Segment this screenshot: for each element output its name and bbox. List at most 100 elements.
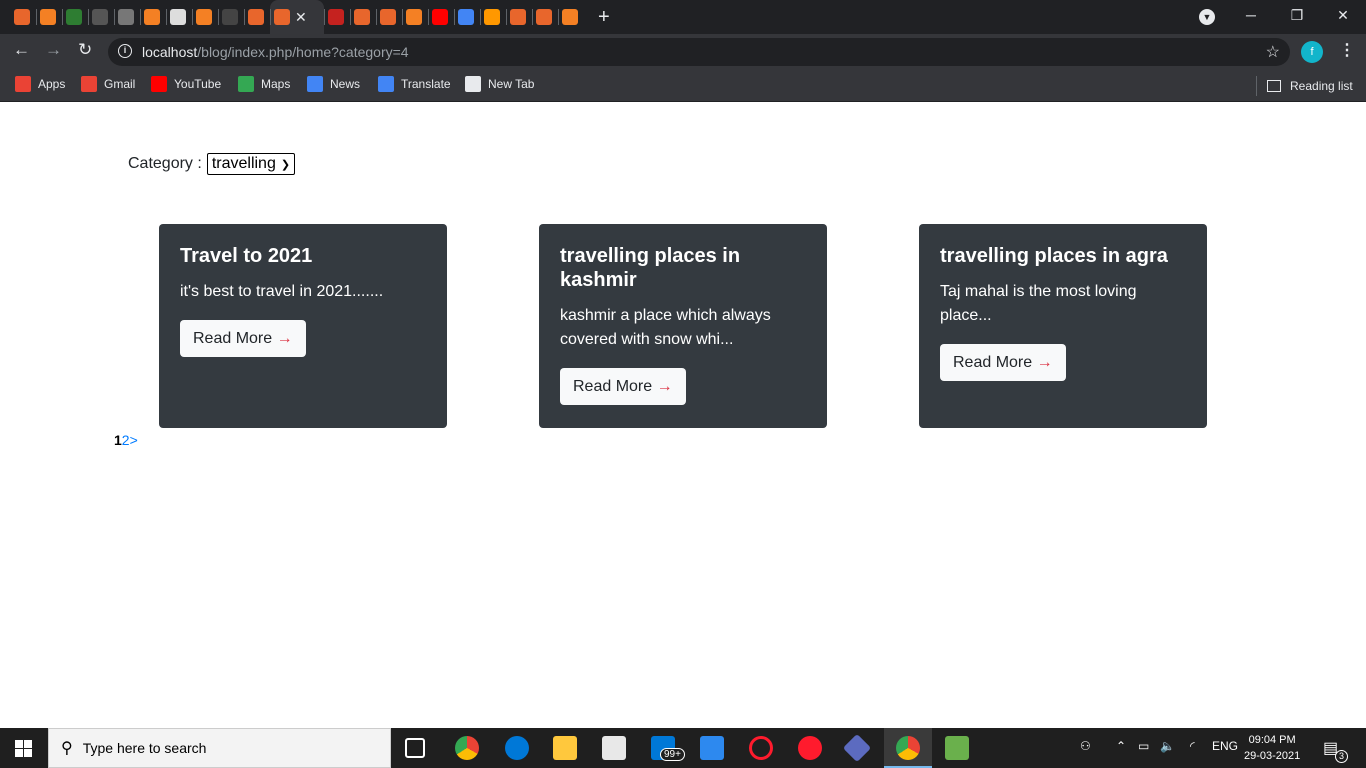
notification-count: 3 <box>1335 750 1348 763</box>
browser-tab[interactable]: As <box>324 0 350 34</box>
url-text[interactable]: localhost/blog/index.php/home?category=4 <box>142 44 409 60</box>
browser-tab[interactable]: Co <box>428 0 454 34</box>
battery-icon[interactable]: ▭ <box>1138 739 1149 753</box>
browser-tab[interactable]: SE <box>350 0 376 34</box>
browser-tab[interactable]: co <box>36 0 62 34</box>
tab-list: BlocoHTLoCophHophadBlo✕AsSEvieCoCobalocl… <box>10 0 584 34</box>
post-title: travelling places in agra <box>940 245 1168 267</box>
browser-tab[interactable]: Co <box>402 0 428 34</box>
browser-tab[interactable]: Co <box>114 0 140 34</box>
tab-favicon-icon <box>562 9 578 25</box>
site-info-icon[interactable]: i <box>118 44 132 58</box>
arrow-right-icon: → <box>656 378 673 395</box>
close-tab-icon[interactable]: ✕ <box>295 9 307 26</box>
bookmark-item[interactable]: Apps <box>15 76 65 92</box>
tab-favicon-icon <box>14 9 30 25</box>
page-next-link[interactable]: > <box>130 432 138 448</box>
tab-favicon-icon <box>536 9 552 25</box>
reading-list-button[interactable]: Reading list <box>1256 76 1353 96</box>
tab-favicon-icon <box>196 9 212 25</box>
window-controls: ─ ❐ ✕ <box>1228 0 1366 30</box>
tab-favicon-icon <box>274 9 290 25</box>
opera-icon[interactable] <box>798 736 822 760</box>
store-icon[interactable] <box>602 736 626 760</box>
arrow-right-icon: → <box>1036 354 1053 371</box>
browser-tab[interactable]: Ho <box>166 0 192 34</box>
tab-favicon-icon <box>118 9 134 25</box>
task-view-icon[interactable] <box>405 738 425 758</box>
browser-tab[interactable]: ph <box>558 0 584 34</box>
chrome-icon[interactable] <box>455 736 479 760</box>
taskbar-search[interactable]: ⚲ Type here to search <box>48 728 391 768</box>
read-more-button[interactable]: Read More → <box>180 320 306 357</box>
forward-arrow-icon[interactable]: → <box>45 40 62 60</box>
bookmark-item[interactable]: New Tab <box>465 76 534 92</box>
browser-tab[interactable]: ph <box>192 0 218 34</box>
tab-favicon-icon <box>354 9 370 25</box>
bookmark-item[interactable]: Maps <box>238 76 290 92</box>
browser-tab[interactable]: loc <box>480 0 506 34</box>
browser-tab[interactable]: Blo <box>244 0 270 34</box>
read-more-label: Read More <box>953 354 1033 371</box>
post-card: Travel to 2021 it's best to travel in 20… <box>159 224 447 428</box>
tab-favicon-icon <box>406 9 422 25</box>
browser-tab[interactable]: ph <box>140 0 166 34</box>
browser-tab[interactable]: Blo <box>10 0 36 34</box>
bookmark-item[interactable]: Gmail <box>81 76 135 92</box>
page-content: Category : travelling ❯ Travel to 2021 i… <box>0 103 1366 728</box>
read-more-button[interactable]: Read More → <box>940 344 1066 381</box>
read-more-label: Read More <box>573 378 653 395</box>
browser-menu-icon[interactable]: ⋮ <box>1339 40 1355 60</box>
close-window-icon[interactable]: ✕ <box>1320 0 1366 30</box>
notepad-icon[interactable] <box>945 736 969 760</box>
bookmark-item[interactable]: YouTube <box>151 76 221 92</box>
page-current: 1 <box>114 432 122 448</box>
profile-avatar[interactable]: f <box>1301 41 1323 63</box>
category-filter: Category : travelling ❯ <box>128 153 296 175</box>
reload-icon[interactable]: ↻ <box>78 40 92 60</box>
language-indicator[interactable]: ENG <box>1212 739 1238 753</box>
people-icon[interactable]: ⚇ <box>1080 739 1091 753</box>
opera-gx-icon[interactable] <box>749 736 773 760</box>
chrome-profile-icon[interactable] <box>896 736 920 760</box>
browser-tab[interactable]: Lo <box>88 0 114 34</box>
new-tab-button[interactable]: + <box>598 6 610 29</box>
url-path: /blog/index.php/home?category=4 <box>197 44 409 60</box>
browser-tab[interactable]: ✕ <box>270 0 324 34</box>
category-selected-value: travelling <box>211 155 276 172</box>
page-link-2[interactable]: 2 <box>122 432 130 448</box>
volume-icon[interactable]: 🔈 <box>1160 739 1175 753</box>
address-bar[interactable]: i localhost/blog/index.php/home?category… <box>108 38 1290 66</box>
tab-favicon-icon <box>248 9 264 25</box>
category-select[interactable]: travelling ❯ <box>206 153 296 175</box>
reading-list-label: Reading list <box>1290 79 1353 93</box>
bookmarks-bar: Apps Gmail YouTube Maps News Translate New Tab… <box>0 70 1366 102</box>
post-card: travelling places in agra Taj mahal is t… <box>919 224 1207 428</box>
browser-tab[interactable]: vie <box>376 0 402 34</box>
bookmark-favicon-icon <box>81 76 97 92</box>
edge-icon[interactable] <box>505 736 529 760</box>
browser-tab[interactable]: ba <box>454 0 480 34</box>
browser-tab[interactable]: ad <box>218 0 244 34</box>
photos-icon[interactable] <box>700 736 724 760</box>
browser-tab[interactable]: loc <box>506 0 532 34</box>
minimize-icon[interactable]: ─ <box>1228 0 1274 30</box>
git-icon[interactable] <box>842 733 872 763</box>
bookmark-item[interactable]: Translate <box>378 76 451 92</box>
system-clock[interactable]: 09:04 PM 29-03-2021 <box>1244 732 1300 764</box>
back-arrow-icon[interactable]: ← <box>13 40 30 60</box>
bookmark-star-icon[interactable]: ☆ <box>1266 42 1280 62</box>
browser-tab[interactable]: HT <box>62 0 88 34</box>
wifi-icon[interactable]: ◜ <box>1190 739 1195 753</box>
tab-search-icon[interactable]: ▼ <box>1199 9 1215 25</box>
bookmark-item[interactable]: News <box>307 76 360 92</box>
tab-strip: BlocoHTLoCophHophadBlo✕AsSEvieCoCobalocl… <box>0 0 1366 34</box>
maximize-icon[interactable]: ❐ <box>1274 0 1320 30</box>
tray-chevron-icon[interactable]: ⌃ <box>1116 739 1126 753</box>
read-more-button[interactable]: Read More → <box>560 368 686 405</box>
bookmark-label: YouTube <box>174 77 222 91</box>
browser-tab[interactable]: Co <box>532 0 558 34</box>
windows-start-icon[interactable] <box>15 740 32 757</box>
file-explorer-icon[interactable] <box>553 736 577 760</box>
bookmark-favicon-icon <box>15 76 31 92</box>
